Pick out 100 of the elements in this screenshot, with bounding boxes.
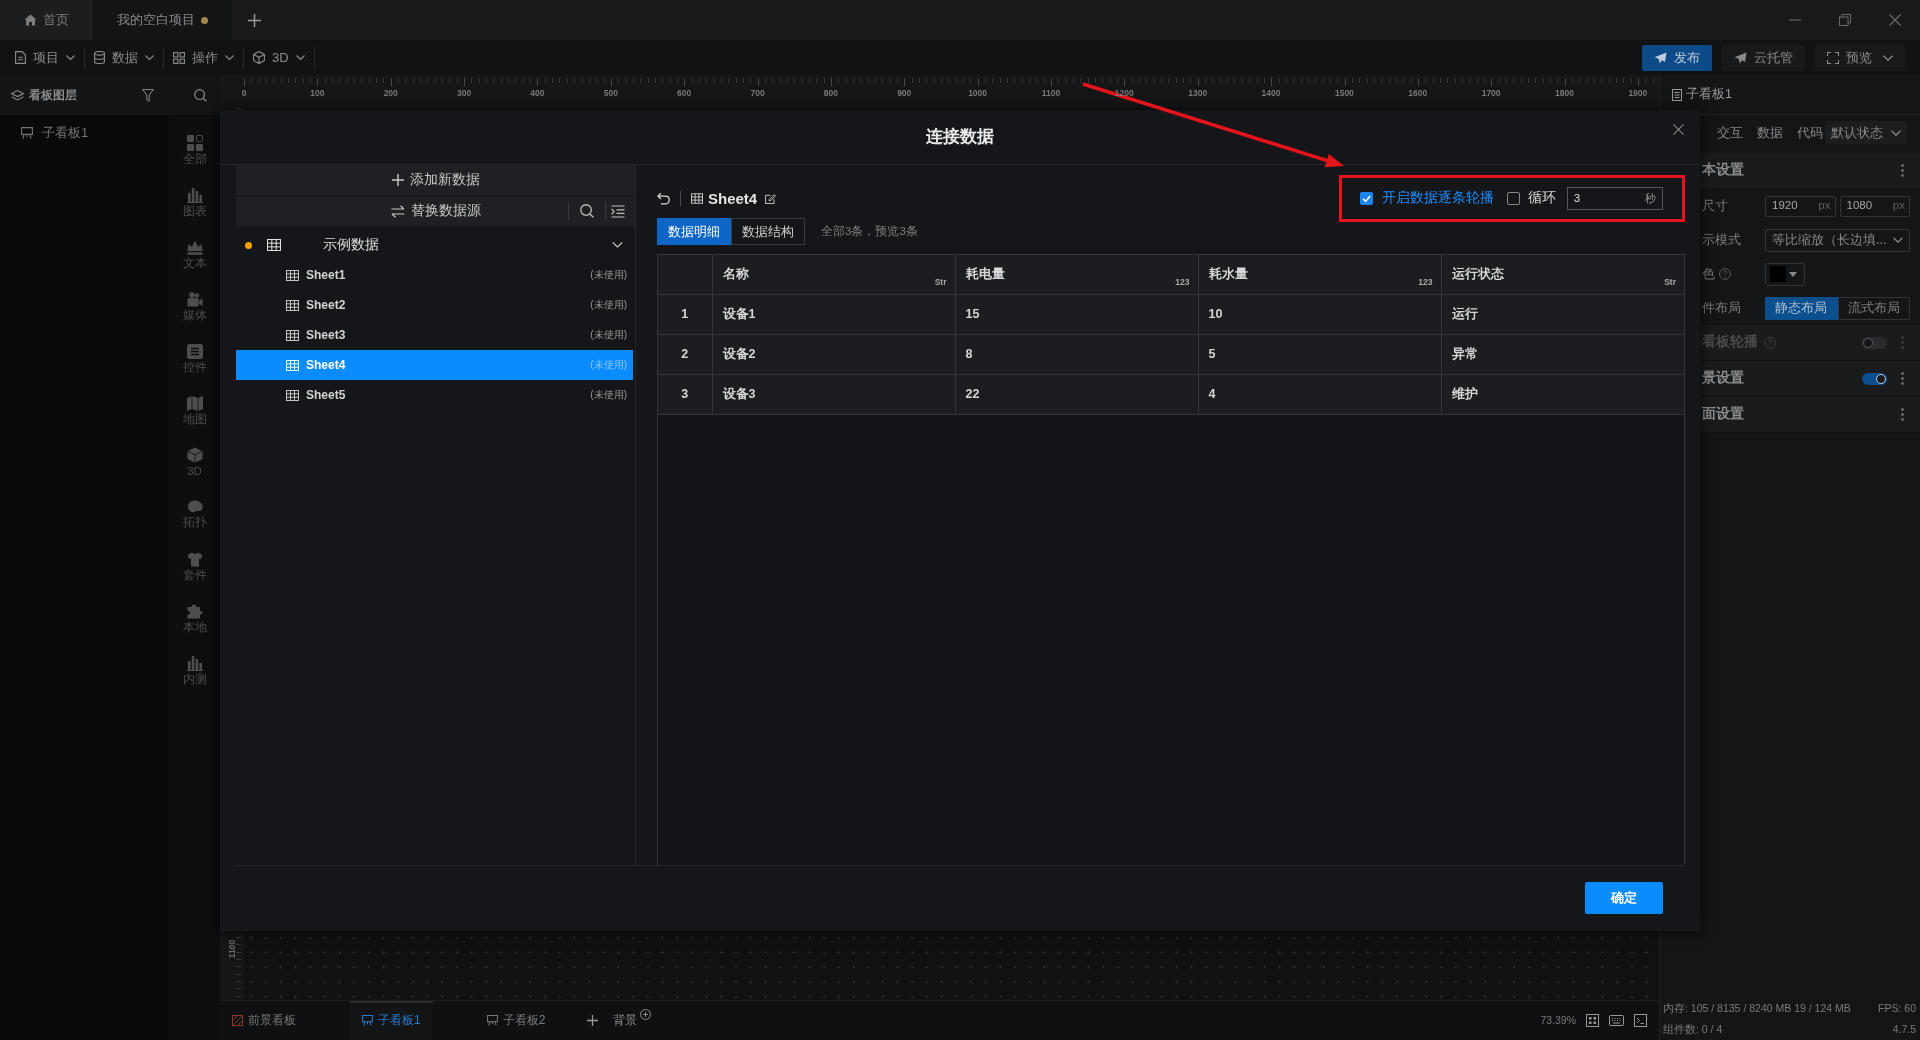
menu-button[interactable]: 项目 [6, 46, 85, 69]
field-label: 尺寸 [1702, 198, 1729, 214]
checkbox-label[interactable]: 循环 [1528, 190, 1556, 207]
action-button[interactable]: 添加新数据 [236, 165, 635, 195]
ruler-label: 800 [823, 88, 838, 99]
column-header: 运行状态 [1451, 266, 1504, 282]
filter-icon[interactable] [142, 88, 154, 102]
sheet-item[interactable]: Sheet5 (未使用) [236, 380, 633, 410]
color-picker[interactable] [1765, 262, 1805, 286]
action-button[interactable]: 替换数据源 [390, 202, 481, 220]
send-icon [1654, 51, 1667, 64]
table-cell: 22 [955, 374, 1198, 414]
more-icon[interactable] [1901, 164, 1904, 177]
table-cell: 8 [955, 334, 1198, 374]
segment-button[interactable]: 静态布局 [1765, 296, 1838, 320]
table-icon [286, 329, 299, 341]
background-label[interactable]: 背景 [613, 1013, 638, 1028]
search-icon[interactable] [580, 204, 594, 218]
interval-field[interactable]: 3 秒 [1567, 187, 1663, 210]
table-cell: 4 [1198, 374, 1441, 414]
caret-icon [225, 55, 234, 60]
terminal-icon[interactable] [1634, 1014, 1647, 1027]
plus-icon [391, 174, 404, 186]
blob-icon [186, 500, 203, 515]
toggle-switch[interactable] [1862, 372, 1887, 385]
ruler-label: 1000 [968, 88, 988, 99]
board-tab[interactable]: 子看板2 [474, 1001, 558, 1040]
publish-button[interactable]: 发布 [1642, 44, 1712, 71]
view-tab[interactable]: 数据结构 [731, 218, 805, 245]
cube-icon [186, 447, 203, 464]
confirm-button[interactable]: 确定 [1585, 882, 1663, 914]
easel-icon [21, 127, 33, 139]
app-tab[interactable]: 我的空白项目 [93, 0, 232, 40]
ruler-label: 1200 [1114, 88, 1134, 99]
ruler-label: 1700 [1481, 88, 1501, 99]
table-icon [286, 299, 299, 311]
table-cell: 设备3 [712, 374, 955, 414]
close-icon[interactable] [1889, 14, 1901, 26]
chevron-icon[interactable] [612, 242, 623, 248]
field-label: 示模式 [1702, 232, 1742, 248]
edit-icon[interactable] [765, 193, 777, 204]
data-source-label[interactable]: 示例数据 [323, 236, 379, 254]
table-cell: 5 [1198, 334, 1441, 374]
row-number: 3 [658, 374, 712, 414]
number-field[interactable]: 1920 px [1765, 195, 1836, 217]
more-icon[interactable] [1901, 408, 1904, 421]
sheet-item[interactable]: Sheet2 (未使用) [236, 290, 633, 320]
checkbox[interactable] [1360, 192, 1373, 205]
state-select[interactable]: 默认状态 [1825, 121, 1907, 144]
table-cell: 异常 [1441, 334, 1684, 374]
caret-icon [145, 55, 154, 60]
search-icon[interactable] [194, 88, 207, 102]
close-icon[interactable] [1673, 124, 1684, 135]
keyboard-icon[interactable] [1609, 1015, 1624, 1026]
section-title: 面设置 [1702, 406, 1744, 423]
board-tab[interactable]: 子看板1 [350, 1001, 433, 1040]
bar-chart-icon [186, 187, 203, 204]
version-label: 4.7.5 [1892, 1023, 1916, 1036]
panel-title: 子看板1 [1686, 87, 1732, 102]
ruler-label: 100 [310, 88, 325, 99]
panel-tab[interactable]: 代码 [1797, 124, 1823, 141]
undo-icon[interactable] [657, 192, 670, 205]
hatched-square-icon [232, 1015, 243, 1026]
panel-tab[interactable]: 数据 [1757, 124, 1783, 141]
select-field[interactable]: 等比缩放（长边填... [1765, 228, 1910, 252]
checkbox[interactable] [1507, 192, 1520, 205]
caret-icon [295, 55, 305, 60]
sheet-item[interactable]: Sheet1 (未使用) [236, 260, 633, 290]
menu-button[interactable]: 3D [244, 46, 315, 69]
plus-circle-icon[interactable] [640, 1009, 652, 1020]
segment-button[interactable]: 流式布局 [1837, 296, 1910, 320]
list-icon [186, 343, 203, 359]
layer-item[interactable]: 子看板1 [21, 123, 89, 143]
restore-icon[interactable] [1839, 14, 1851, 26]
board-tab[interactable]: 前景看板 [220, 1001, 308, 1040]
plus-icon[interactable] [248, 13, 261, 27]
panel-title: 看板图层 [29, 87, 77, 103]
menu-button[interactable]: 操作 [164, 46, 244, 69]
toolbar-button[interactable]: 预览 [1815, 44, 1905, 71]
more-icon[interactable] [1901, 372, 1904, 385]
ruler-label: 1300 [1188, 88, 1208, 99]
panel-tab[interactable]: 交互 [1717, 124, 1743, 141]
menu-button[interactable]: 数据 [85, 46, 164, 69]
sheet-item[interactable]: Sheet4 (未使用) [236, 350, 633, 380]
ruler-label: 1100 [1041, 88, 1061, 99]
fit-screen-icon[interactable] [1586, 1014, 1599, 1027]
document-icon [15, 51, 26, 64]
sheet-item[interactable]: Sheet3 (未使用) [236, 320, 633, 350]
ruler-label: 1600 [1408, 88, 1428, 99]
view-tab[interactable]: 数据明细 [657, 218, 731, 245]
app-tab[interactable]: 首页 [0, 0, 93, 40]
indent-list-icon[interactable] [611, 204, 625, 218]
toolbar-button[interactable]: 云托管 [1722, 44, 1805, 71]
home-icon [24, 14, 37, 26]
checkbox-label[interactable]: 开启数据逐条轮播 [1382, 190, 1494, 207]
ruler-label: 1800 [1555, 88, 1574, 99]
grid-icon [186, 135, 203, 152]
table-cell: 10 [1198, 294, 1441, 334]
plus-icon[interactable] [587, 1015, 599, 1026]
number-field[interactable]: 1080 px [1839, 195, 1910, 217]
